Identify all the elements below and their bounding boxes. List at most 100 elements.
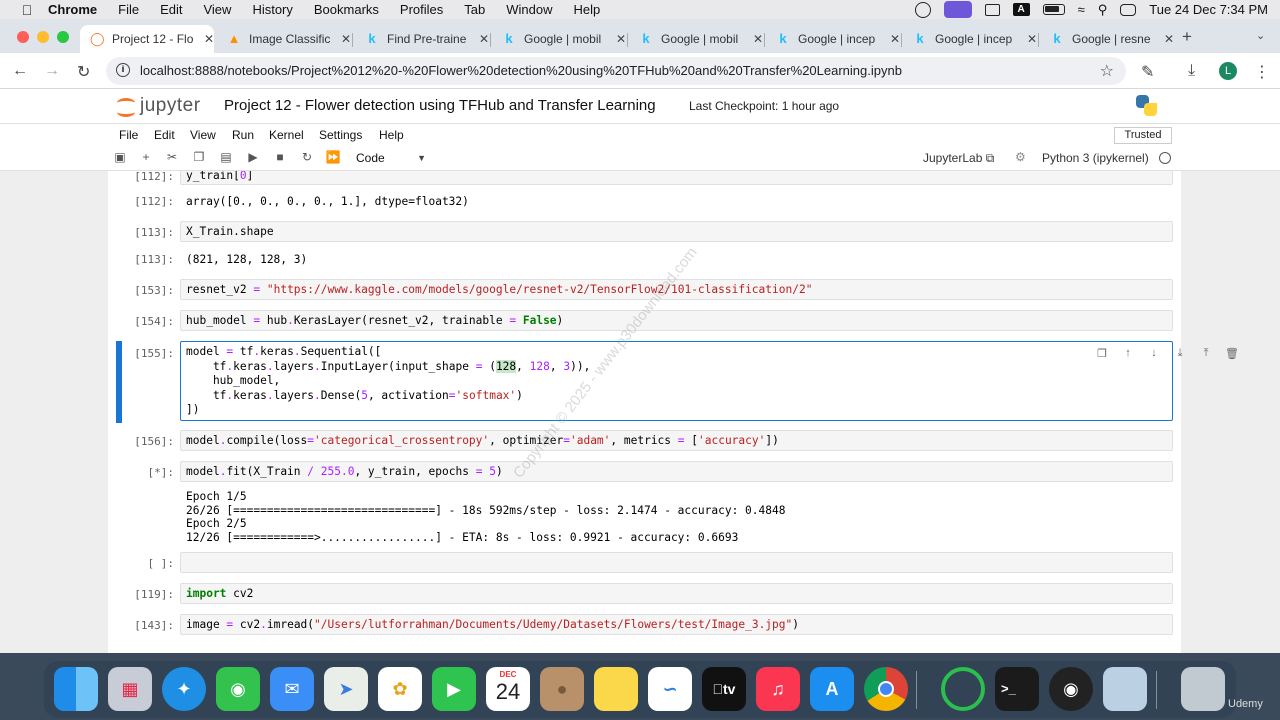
freeform-icon[interactable]: ∽	[648, 667, 692, 711]
tab-image-classification[interactable]: ▲ Image Classific ✕	[217, 25, 351, 53]
code-cell[interactable]: [113]: X_Train.shape	[108, 221, 1181, 243]
clock[interactable]: Tue 24 Dec 7:34 PM	[1149, 2, 1268, 17]
chrome-icon[interactable]	[864, 667, 908, 711]
terminal-icon[interactable]: >_	[995, 667, 1039, 711]
cell-input[interactable]: y_train[0]	[180, 171, 1173, 185]
maps-icon[interactable]: ➤	[324, 667, 368, 711]
code-cell[interactable]: [156]: model.compile(loss='categorical_c…	[108, 430, 1181, 452]
preview-icon[interactable]	[1103, 667, 1147, 711]
cell-code[interactable]: model.fit(X_Train / 255.0, y_train, epoc…	[181, 462, 1172, 483]
download-icon[interactable]: ⤓	[1188, 62, 1195, 80]
tab-google-resnet[interactable]: k Google | resne ✕	[1040, 25, 1174, 53]
gear-icon[interactable]: ⚙	[1015, 150, 1026, 164]
move-up-icon[interactable]: ↑	[1121, 347, 1135, 360]
app-store-icon[interactable]: A	[810, 667, 854, 711]
jp-menu-settings[interactable]: Settings	[319, 128, 362, 142]
cell-type-select[interactable]: Code ▼	[350, 149, 430, 167]
trash-icon[interactable]	[1181, 667, 1225, 711]
messages-icon[interactable]: ◉	[216, 667, 260, 711]
jp-menu-file[interactable]: File	[119, 128, 138, 142]
zoom-window-button[interactable]	[57, 31, 69, 43]
active-code-cell[interactable]: [155]: model = tf.keras.Sequential([ tf.…	[108, 341, 1239, 423]
bookmark-star-icon[interactable]: ☆	[1100, 61, 1114, 81]
menu-view[interactable]: View	[203, 2, 231, 17]
notes-icon[interactable]	[594, 667, 638, 711]
save-icon[interactable]: ▣	[112, 150, 128, 164]
code-cell[interactable]: [143]: image = cv2.imread("/Users/lutfor…	[108, 614, 1181, 636]
cell-code[interactable]: import cv2	[181, 584, 1172, 605]
cell-input[interactable]: model.fit(X_Train / 255.0, y_train, epoc…	[180, 461, 1173, 482]
close-tab-icon[interactable]: ✕	[890, 32, 900, 46]
menu-tab[interactable]: Tab	[464, 2, 485, 17]
cell-code[interactable]: hub_model = hub.KerasLayer(resnet_v2, tr…	[181, 311, 1172, 332]
cell-input[interactable]: model.compile(loss='categorical_crossent…	[180, 430, 1173, 451]
menu-help[interactable]: Help	[574, 2, 601, 17]
battery-icon[interactable]	[1042, 4, 1065, 15]
menu-history[interactable]: History	[252, 2, 292, 17]
safari-icon[interactable]: ✦	[162, 667, 206, 711]
kernel-name[interactable]: Python 3 (ipykernel)	[1042, 151, 1149, 165]
creative-cloud-icon[interactable]	[914, 1, 931, 18]
close-tab-icon[interactable]: ✕	[341, 32, 351, 46]
code-cell[interactable]: [119]: import cv2	[108, 583, 1181, 605]
cell-code[interactable]: X_Train.shape	[181, 222, 1172, 243]
chrome-menu-icon[interactable]: ⋮	[1254, 62, 1270, 82]
menu-file[interactable]: File	[118, 2, 139, 17]
cut-icon[interactable]: ✂	[164, 150, 180, 164]
new-tab-icon[interactable]: +	[1182, 27, 1192, 47]
close-tab-icon[interactable]: ✕	[1164, 32, 1174, 46]
copy-icon[interactable]: ❐	[191, 150, 207, 164]
control-center-icon[interactable]	[1120, 3, 1137, 16]
cell-code[interactable]: image = cv2.imread("/Users/lutforrahman/…	[181, 615, 1172, 636]
paste-icon[interactable]: ▤	[218, 150, 234, 164]
duplicate-cell-icon[interactable]: ❐	[1095, 347, 1109, 360]
obs-icon[interactable]: ◉	[1049, 667, 1093, 711]
tab-project-12[interactable]: ◯ Project 12 - Flo ✕	[80, 25, 214, 53]
contacts-icon[interactable]: ●	[540, 667, 584, 711]
menu-edit[interactable]: Edit	[160, 2, 182, 17]
cell-input[interactable]: X_Train.shape	[180, 221, 1173, 242]
trusted-badge[interactable]: Trusted	[1114, 127, 1172, 144]
control-center-app-icon[interactable]	[943, 1, 972, 18]
restart-icon[interactable]: ↻	[299, 150, 315, 164]
reload-icon[interactable]: ↻	[77, 62, 90, 82]
close-window-button[interactable]	[17, 31, 29, 43]
menu-profiles[interactable]: Profiles	[400, 2, 443, 17]
insert-below-icon[interactable]: ⤒	[1199, 347, 1213, 360]
mail-icon[interactable]: ✉	[270, 667, 314, 711]
running-code-cell[interactable]: [*]: model.fit(X_Train / 255.0, y_train,…	[108, 461, 1181, 483]
tab-find-pretrained[interactable]: k Find Pre-traine ✕	[355, 25, 489, 53]
back-arrow-icon[interactable]: ←	[12, 62, 28, 80]
close-tab-icon[interactable]: ✕	[616, 32, 626, 46]
jp-menu-edit[interactable]: Edit	[154, 128, 175, 142]
menu-bookmarks[interactable]: Bookmarks	[314, 2, 379, 17]
minimize-window-button[interactable]	[37, 31, 49, 43]
code-cell[interactable]: [ ]:	[108, 552, 1181, 574]
tab-google-mobilenet-2[interactable]: k Google | mobil ✕	[629, 25, 763, 53]
jupyterlab-link[interactable]: JupyterLab ⧉	[923, 151, 994, 166]
cell-code[interactable]	[181, 553, 1172, 559]
music-icon[interactable]: ♫	[756, 667, 800, 711]
menu-app-chrome[interactable]: Chrome	[48, 2, 97, 17]
move-down-icon[interactable]: ↓	[1147, 347, 1161, 360]
extensions-icon[interactable]: ✎	[1141, 62, 1154, 82]
close-tab-icon[interactable]: ✕	[1027, 32, 1037, 46]
cell-code[interactable]: model = tf.keras.Sequential([ tf.keras.l…	[181, 342, 1172, 421]
address-bar[interactable]: i localhost:8888/notebooks/Project%2012%…	[106, 57, 1126, 85]
jp-menu-kernel[interactable]: Kernel	[269, 128, 304, 142]
apple-icon[interactable]: 	[18, 2, 36, 18]
finder-icon[interactable]	[54, 667, 98, 711]
tab-google-inception-2[interactable]: k Google | incep ✕	[903, 25, 1037, 53]
search-icon[interactable]: ⚲	[1098, 2, 1108, 18]
delete-cell-icon[interactable]: 🗑	[1225, 347, 1239, 360]
menu-window[interactable]: Window	[506, 2, 552, 17]
activity-ring-icon[interactable]	[941, 667, 985, 711]
insert-above-icon[interactable]: ⤓	[1173, 347, 1187, 360]
insert-cell-icon[interactable]: +	[138, 150, 154, 164]
tab-google-inception-1[interactable]: k Google | incep ✕	[766, 25, 900, 53]
cell-code[interactable]: model.compile(loss='categorical_crossent…	[181, 431, 1172, 452]
profile-avatar[interactable]: L	[1219, 62, 1237, 80]
cell-input[interactable]: image = cv2.imread("/Users/lutforrahman/…	[180, 614, 1173, 635]
code-cell[interactable]: [112]: y_train[0]	[108, 171, 1181, 186]
restart-run-all-icon[interactable]: ⏩	[325, 150, 341, 164]
